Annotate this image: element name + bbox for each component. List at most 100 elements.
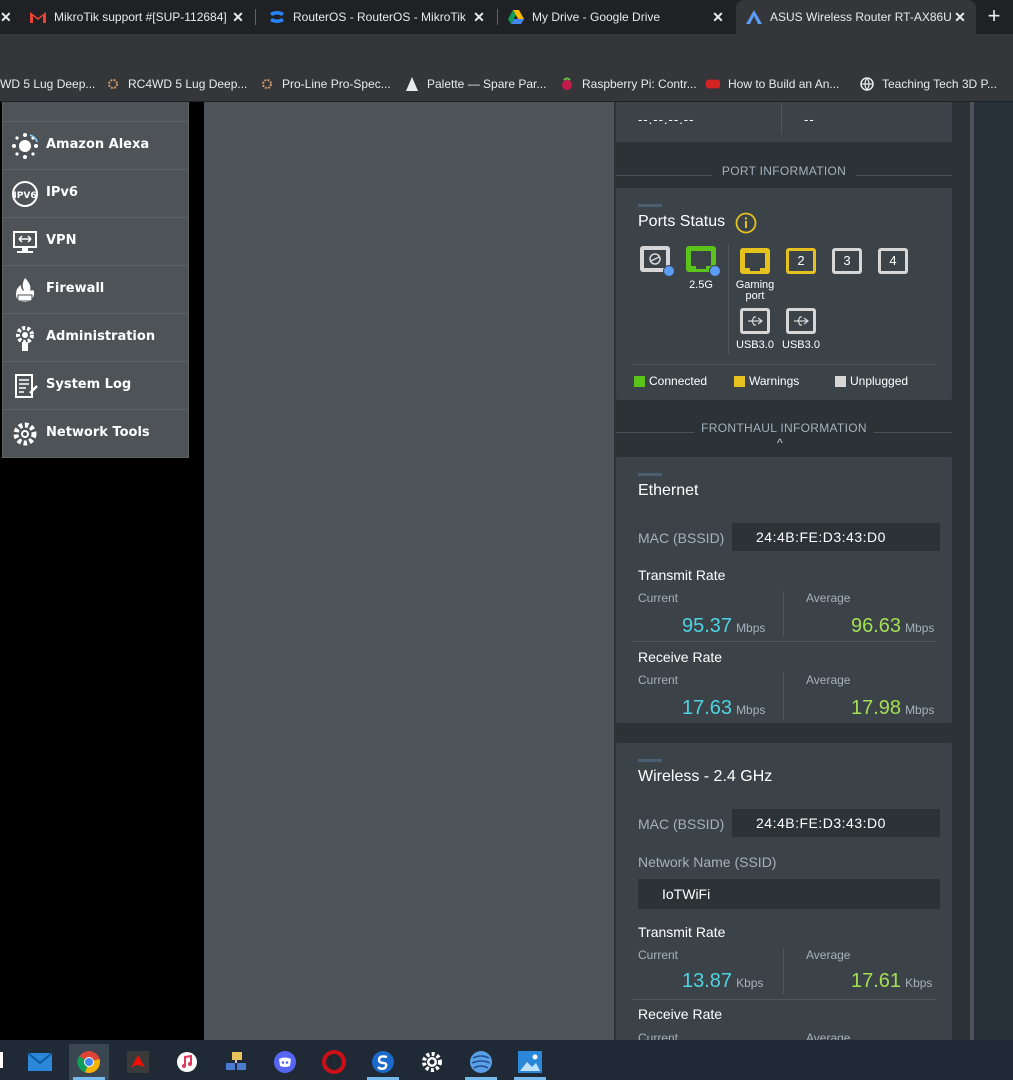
usb-port-2-icon[interactable]	[786, 308, 816, 334]
average-label: Average	[806, 1031, 851, 1040]
value: 17.63	[682, 697, 733, 719]
tab-label: ASUS Wireless Router RT-AX86U	[770, 10, 952, 24]
bookmark-label: How to Build an An...	[728, 77, 840, 91]
lan-port-2-icon[interactable]: 2	[786, 248, 816, 274]
current-label: Current	[638, 673, 679, 687]
browser-tab-bar: ✕ MikroTik support #[SUP-112684] ✕ Route…	[0, 0, 1013, 34]
chevron-up-icon[interactable]: ^	[777, 436, 783, 450]
connected-legend-label: Connected	[649, 374, 708, 388]
ipv6-icon: IPV6	[10, 179, 40, 209]
divider	[874, 432, 952, 433]
browser-toolbar	[0, 34, 1013, 66]
settings-icon[interactable]	[412, 1044, 452, 1080]
close-icon[interactable]: ✕	[952, 9, 968, 25]
usb-port-label: USB3.0	[782, 339, 820, 351]
usb-port-1-icon[interactable]	[740, 308, 770, 334]
average-label: Average	[806, 591, 851, 605]
unit: Mbps	[736, 621, 766, 635]
divider	[632, 364, 936, 365]
photos-icon[interactable]	[510, 1044, 550, 1080]
bookmark-item[interactable]: WD 5 Lug Deep...	[0, 66, 95, 102]
svg-text:IPV6: IPV6	[13, 191, 36, 201]
gaming-port-icon[interactable]	[740, 248, 770, 274]
globe-app-icon[interactable]	[461, 1044, 501, 1080]
sidebar-item-partial[interactable]	[2, 102, 189, 122]
wan-port-icon[interactable]	[640, 246, 675, 277]
system-log-icon	[10, 371, 40, 401]
transmit-rate-title: Transmit Rate	[638, 924, 726, 940]
divider	[728, 244, 729, 354]
transmit-rate-title: Transmit Rate	[638, 567, 726, 583]
divider	[783, 673, 784, 719]
card-accent	[638, 204, 662, 207]
close-icon[interactable]: ✕	[230, 9, 246, 25]
acrobat-icon[interactable]	[118, 1044, 158, 1080]
card-title: Ethernet	[638, 482, 699, 499]
card-accent	[638, 759, 662, 762]
bookmark-item[interactable]: Pro-Line Pro-Spec...	[260, 66, 391, 102]
bookmark-label: Palette — Spare Par...	[427, 77, 547, 91]
bookmark-item[interactable]: RC4WD 5 Lug Deep...	[106, 66, 247, 102]
tab-separator	[497, 9, 498, 25]
sidebar-item-amazon-alexa[interactable]: Amazon Alexa	[2, 122, 189, 170]
close-icon[interactable]: ✕	[0, 9, 10, 26]
bookmark-item[interactable]: Raspberry Pi: Contr...	[560, 66, 697, 102]
bookmark-label: RC4WD 5 Lug Deep...	[128, 77, 248, 91]
mail-icon[interactable]	[20, 1044, 60, 1080]
app-s-icon[interactable]	[363, 1044, 403, 1080]
tab-label: RouterOS - RouterOS - MikroTik	[293, 10, 466, 24]
divider	[856, 175, 952, 176]
unplugged-legend-swatch	[835, 376, 846, 387]
sidebar-item-ipv6[interactable]: IPV6 IPv6	[2, 170, 189, 218]
bookmark-label: WD 5 Lug Deep...	[0, 77, 96, 91]
close-icon[interactable]: ✕	[710, 9, 726, 25]
sidebar-item-label: Administration	[46, 329, 156, 344]
port-2-5g-icon[interactable]	[686, 246, 721, 277]
status-value: --	[804, 112, 815, 127]
bookmark-item[interactable]: How to Build an An...	[706, 66, 839, 102]
collapse-button[interactable]: ^	[754, 436, 812, 450]
unplugged-legend-label: Unplugged	[850, 374, 909, 388]
sidebar-item-administration[interactable]: Administration	[2, 314, 189, 362]
network-tools-icon	[10, 419, 40, 449]
bookmark-label: Raspberry Pi: Contr...	[582, 77, 697, 91]
sidebar-menu: Amazon Alexa IPV6 IPv6 VPN Firewall Admi…	[2, 102, 189, 458]
opera-icon[interactable]	[314, 1044, 354, 1080]
page-viewport: Amazon Alexa IPV6 IPv6 VPN Firewall Admi…	[0, 102, 1013, 1040]
lan-port-3-icon[interactable]: 3	[832, 248, 862, 274]
firewall-icon	[10, 275, 40, 305]
rx-current-value: 17.63 Mbps	[682, 697, 765, 720]
confluence-icon	[269, 9, 285, 25]
tab-google-drive[interactable]: My Drive - Google Drive ✕	[500, 0, 734, 34]
ethernet-card: Ethernet MAC (BSSID) 24:4B:FE:D3:43:D0 T…	[616, 457, 952, 723]
port-number: 4	[881, 251, 905, 271]
close-icon[interactable]: ✕	[471, 9, 487, 25]
tab-routeros[interactable]: RouterOS - RouterOS - MikroTik ✕	[261, 0, 495, 34]
port-number: 2	[789, 251, 813, 271]
bookmark-item[interactable]: Palette — Spare Par...	[405, 66, 546, 102]
value: 17.98	[851, 697, 902, 719]
network-app-icon[interactable]	[216, 1044, 256, 1080]
sidebar-item-system-log[interactable]: System Log	[2, 362, 189, 410]
new-tab-icon[interactable]: +	[983, 5, 1005, 28]
tab-mikrotik-support[interactable]: MikroTik support #[SUP-112684] ✕	[22, 0, 254, 34]
tab-close-partial[interactable]: ✕	[0, 0, 10, 34]
sidebar-item-vpn[interactable]: VPN	[2, 218, 189, 266]
start-edge	[0, 1052, 3, 1068]
globe-icon	[860, 77, 874, 91]
card-title: Ports Status	[638, 213, 726, 230]
ssid-value: IoTWiFi	[638, 879, 940, 909]
info-icon[interactable]	[735, 212, 757, 239]
chrome-icon[interactable]	[69, 1044, 109, 1080]
bookmark-item[interactable]: Teaching Tech 3D P...	[860, 66, 997, 102]
sidebar-item-network-tools[interactable]: Network Tools	[2, 410, 189, 458]
divider	[616, 175, 712, 176]
average-label: Average	[806, 948, 851, 962]
tab-asus-router[interactable]: ASUS Wireless Router RT-AX86U ✕	[736, 0, 976, 34]
lan-port-4-icon[interactable]: 4	[878, 248, 908, 274]
link-badge-icon	[709, 265, 721, 277]
content-left-panel	[204, 102, 614, 1040]
discord-icon[interactable]	[265, 1044, 305, 1080]
itunes-icon[interactable]	[167, 1044, 207, 1080]
sidebar-item-firewall[interactable]: Firewall	[2, 266, 189, 314]
